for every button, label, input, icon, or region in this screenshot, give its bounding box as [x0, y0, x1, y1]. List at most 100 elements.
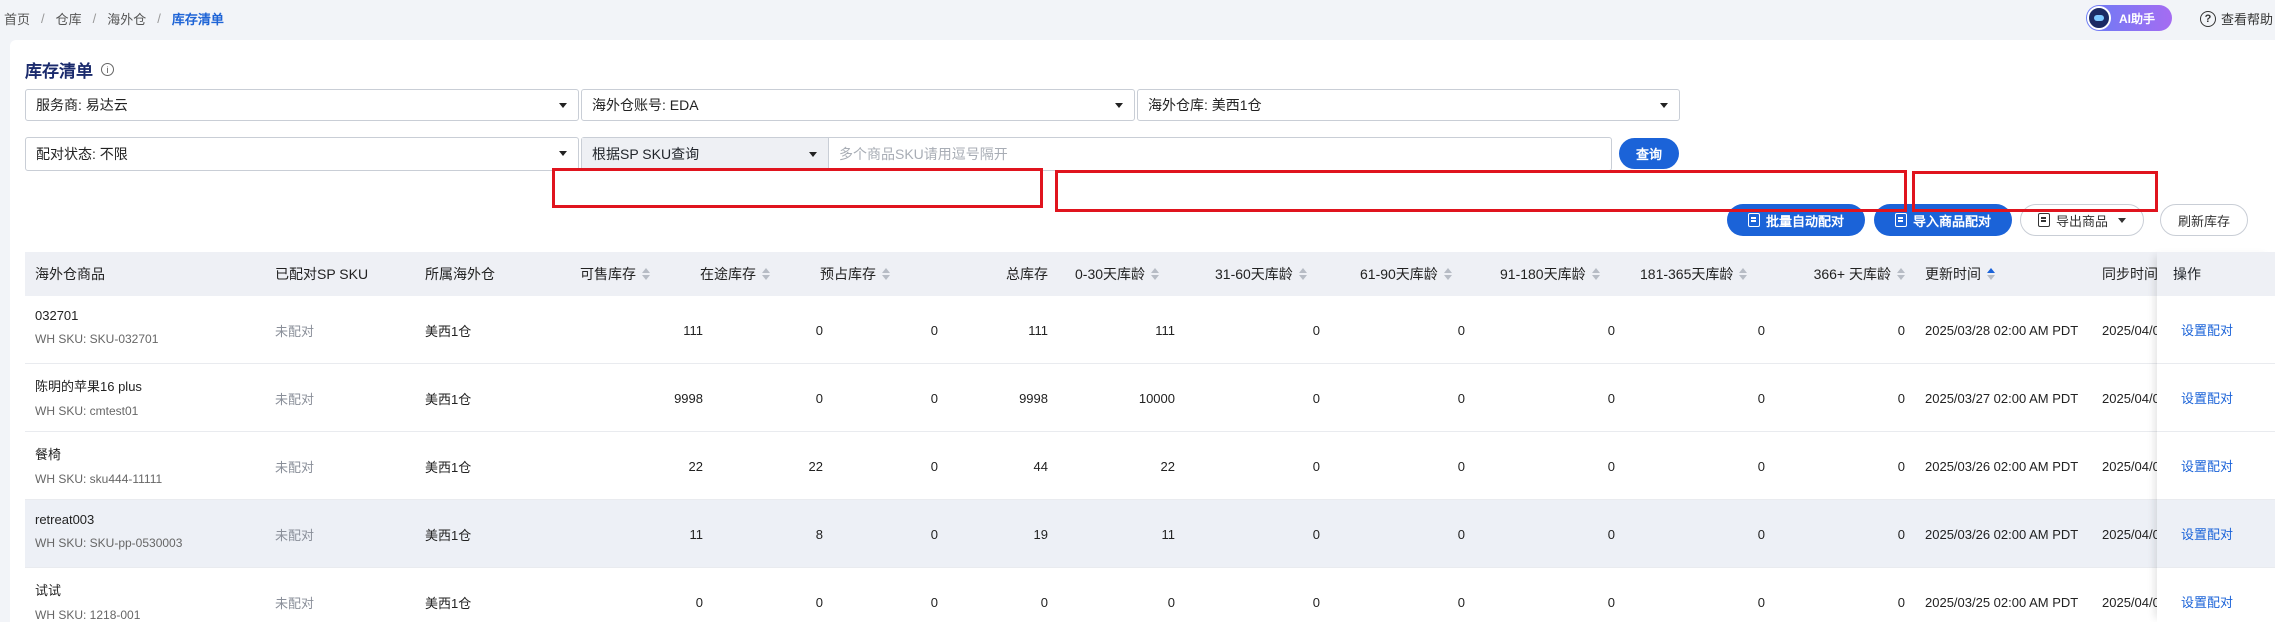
col-in-transit[interactable]: 在途库存 [700, 252, 770, 296]
chevron-down-icon [1660, 103, 1668, 108]
sort-icon[interactable] [1591, 268, 1600, 280]
sort-icon[interactable] [1987, 268, 1995, 280]
updated-time-cell: 2025/03/26 02:00 AM PDT [1925, 526, 2079, 542]
breadcrumb-home[interactable]: 首页 [4, 9, 30, 28]
product-wh-sku: WH SKU: sku444-11111 [35, 472, 163, 486]
sp-sku-cell: 未配对 [275, 527, 315, 543]
provider-select[interactable]: 服务商: 易达云 [25, 89, 579, 121]
product-name: 餐椅 [35, 447, 62, 462]
set-match-link[interactable]: 设置配对 [2181, 524, 2233, 543]
col-action-label: 操作 [2173, 266, 2201, 282]
stock-cell-a1: 111 [1155, 322, 1175, 338]
col-age-91-180[interactable]: 91-180天库龄 [1500, 252, 1600, 296]
col-reserved[interactable]: 预占库存 [820, 252, 890, 296]
sp-sku-cell: 未配对 [275, 391, 315, 407]
table-row: 试试 WH SKU: 1218-001 未配对 美西1仓 0 0 0 0 0 0 0 0 0 0 2025/… [25, 568, 2275, 622]
synced-time-cell: 2025/04/0 [2102, 322, 2160, 338]
stock-cell-a5: 0 [1757, 322, 1765, 338]
action-cell: 设置配对 [2157, 432, 2275, 500]
sort-icon[interactable] [1298, 268, 1307, 280]
col-action: 操作 [2157, 252, 2275, 296]
col-reserved-label: 预占库存 [820, 266, 876, 282]
refresh-inventory-button[interactable]: 刷新库存 [2160, 204, 2248, 236]
import-match-label: 导入商品配对 [1912, 213, 1991, 229]
stock-cell-a3: 0 [1457, 594, 1465, 610]
set-match-link[interactable]: 设置配对 [2181, 456, 2233, 475]
stock-cell-in_transit: 0 [815, 322, 823, 338]
warehouse-select[interactable]: 海外仓库: 美西1仓 [1137, 89, 1680, 121]
breadcrumb-overseas[interactable]: 海外仓 [107, 9, 146, 28]
query-type-select[interactable]: 根据SP SKU查询 [582, 138, 829, 170]
set-match-link[interactable]: 设置配对 [2181, 592, 2233, 611]
match-status-select[interactable]: 配对状态: 不限 [25, 137, 579, 171]
account-select-value: 海外仓账号: EDA [592, 97, 699, 113]
sort-icon[interactable] [1151, 268, 1160, 280]
table-row: 陈明的苹果16 plus WH SKU: cmtest01 未配对 美西1仓 9998 0… [25, 364, 2275, 432]
sort-icon[interactable] [1897, 268, 1905, 280]
breadcrumb-current: 库存清单 [171, 11, 224, 27]
col-synced: 同步时间 [2102, 252, 2158, 296]
stock-cell-available: 9998 [674, 390, 703, 406]
page-title: 库存清单 i [25, 57, 114, 82]
stock-cell-reserved: 0 [930, 322, 938, 338]
stock-cell-a6: 0 [1897, 594, 1905, 610]
col-age-181-365[interactable]: 181-365天库龄 [1640, 252, 1748, 296]
info-icon[interactable]: i [101, 63, 114, 76]
ai-assistant-button[interactable]: AI助手 [2086, 5, 2172, 31]
col-age-181-365-label: 181-365天库龄 [1640, 266, 1734, 282]
export-dropdown-button[interactable]: 导出商品 [2020, 204, 2144, 236]
sku-search-input[interactable] [829, 138, 1611, 170]
warehouse-cell: 美西1仓 [425, 459, 472, 475]
stock-cell-in_transit: 22 [808, 458, 823, 474]
stock-cell-a5: 0 [1757, 458, 1765, 474]
col-available[interactable]: 可售库存 [580, 252, 650, 296]
sort-icon[interactable] [882, 268, 890, 280]
product-name: 试试 [35, 583, 62, 598]
stock-cell-a3: 0 [1457, 458, 1465, 474]
stock-cell-a1: 10000 [1138, 390, 1175, 406]
sp-sku-cell: 未配对 [275, 459, 315, 475]
stock-cell-a6: 0 [1897, 458, 1905, 474]
sp-sku-cell: 未配对 [275, 323, 315, 339]
stock-cell-a2: 0 [1312, 458, 1320, 474]
batch-auto-match-label: 批量自动配对 [1765, 213, 1844, 229]
set-match-link[interactable]: 设置配对 [2181, 320, 2233, 339]
query-button[interactable]: 查询 [1619, 138, 1679, 169]
col-age-0-30[interactable]: 0-30天库龄 [1075, 252, 1160, 296]
import-match-button[interactable]: 导入商品配对 [1874, 204, 2012, 236]
breadcrumb-warehouse[interactable]: 仓库 [56, 9, 82, 28]
warehouse-cell: 美西1仓 [425, 595, 472, 611]
sort-icon[interactable] [642, 268, 650, 280]
sort-icon[interactable] [762, 268, 770, 280]
help-link[interactable]: ? 查看帮助 [2200, 9, 2273, 28]
account-select[interactable]: 海外仓账号: EDA [581, 89, 1135, 121]
import-icon [1894, 213, 1907, 227]
sort-icon[interactable] [1443, 268, 1452, 280]
synced-time-cell: 2025/04/0 [2102, 526, 2160, 542]
breadcrumb: 首页 / 仓库 / 海外仓 / 库存清单 [0, 9, 224, 28]
col-age-61-90[interactable]: 61-90天库龄 [1360, 252, 1452, 296]
batch-auto-match-button[interactable]: 批量自动配对 [1727, 204, 1865, 236]
col-age-31-60[interactable]: 31-60天库龄 [1215, 252, 1307, 296]
action-column: 操作 设置配对 设置配对 设置配对 设置配对 设置配对 [2157, 252, 2275, 622]
action-cell: 设置配对 [2157, 568, 2275, 622]
sort-icon[interactable] [1739, 268, 1748, 280]
query-type-value: 根据SP SKU查询 [592, 146, 700, 162]
updated-time-cell: 2025/03/28 02:00 AM PDT [1925, 322, 2079, 338]
breadcrumb-separator: / [41, 10, 45, 26]
product-name: retreat003 [35, 512, 95, 527]
set-match-link[interactable]: 设置配对 [2181, 388, 2233, 407]
table-header: 海外仓商品 已配对SP SKU 所属海外仓 可售库存 在途库存 预占库存 总库存… [25, 252, 2275, 296]
question-icon: ? [2200, 10, 2216, 27]
stock-cell-reserved: 0 [930, 458, 938, 474]
col-age-366[interactable]: 366+ 天库龄 [1765, 252, 1905, 296]
stock-cell-a2: 0 [1312, 322, 1320, 338]
stock-cell-in_transit: 0 [815, 594, 823, 610]
stock-cell-a4: 0 [1607, 458, 1615, 474]
updated-time-cell: 2025/03/27 02:00 AM PDT [1925, 390, 2079, 406]
table-row: 餐椅 WH SKU: sku444-11111 未配对 美西1仓 22 22 0 44 22 0 0… [25, 432, 2275, 500]
col-age-31-60-label: 31-60天库龄 [1215, 266, 1293, 282]
col-updated[interactable]: 更新时间 [1925, 252, 1995, 296]
col-product-label: 海外仓商品 [35, 266, 105, 282]
highlight-box-stock [552, 168, 1043, 208]
